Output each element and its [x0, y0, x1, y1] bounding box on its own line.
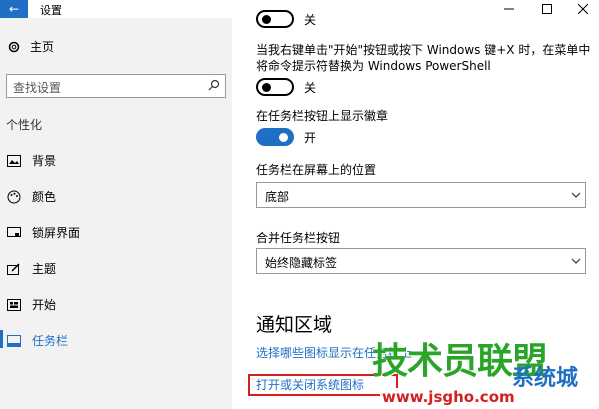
- top-toggle-state: 关: [304, 12, 317, 27]
- sidebar-item-color[interactable]: 颜色: [6, 188, 56, 205]
- taskbar-icon: [6, 333, 22, 349]
- combine-dropdown[interactable]: 始终隐藏标签: [256, 248, 586, 274]
- sidebar-item-background[interactable]: 背景: [6, 152, 56, 169]
- powershell-toggle[interactable]: [256, 78, 294, 96]
- chevron-down-icon: [571, 255, 581, 269]
- search-icon: [208, 79, 220, 94]
- sidebar-item-lockscreen[interactable]: 锁屏界面: [6, 224, 80, 241]
- badge-label: 在任务栏按钮上显示徽章: [256, 109, 389, 123]
- position-dropdown[interactable]: 底部: [256, 182, 586, 208]
- back-button[interactable]: ←: [0, 0, 28, 18]
- sidebar: 主页 查找设置 个性化 背景 颜色 锁屏界面 主题 开始 任务栏: [0, 18, 232, 409]
- picture-icon: [6, 153, 22, 169]
- close-icon: [578, 4, 588, 14]
- chevron-down-icon: [571, 189, 581, 203]
- sidebar-item-label: 任务栏: [32, 334, 69, 348]
- section-label: 个性化: [6, 118, 43, 132]
- position-value: 底部: [265, 190, 290, 204]
- maximize-button[interactable]: [532, 0, 562, 18]
- window-title: 设置: [40, 4, 62, 17]
- minimize-icon: [504, 8, 514, 10]
- sidebar-item-theme[interactable]: 主题: [6, 260, 56, 277]
- badge-toggle-state: 开: [304, 130, 317, 145]
- powershell-description: 当我右键单击"开始"按钮或按下 Windows 键+X 时，在菜单中将命令提示符…: [256, 43, 591, 73]
- powershell-toggle-state: 关: [304, 80, 317, 95]
- maximize-icon: [542, 4, 552, 14]
- top-toggle[interactable]: [256, 10, 294, 28]
- minimize-button[interactable]: [494, 0, 524, 18]
- sidebar-item-label: 主页: [30, 40, 55, 54]
- sidebar-item-label: 开始: [32, 298, 57, 312]
- sidebar-item-label: 背景: [32, 154, 57, 168]
- sidebar-item-label: 颜色: [32, 190, 57, 204]
- arrow-left-icon: ←: [8, 2, 20, 16]
- badge-toggle[interactable]: [256, 128, 294, 146]
- sidebar-item-label: 主题: [32, 262, 57, 276]
- gear-icon: [6, 39, 22, 55]
- palette-icon: [6, 189, 22, 205]
- sidebar-item-label: 锁屏界面: [32, 226, 81, 240]
- sidebar-item-taskbar[interactable]: 任务栏: [6, 332, 68, 349]
- start-icon: [6, 297, 22, 313]
- badge-toggle-row: 开: [256, 128, 316, 146]
- top-toggle-row: 关: [256, 10, 316, 28]
- search-input[interactable]: 查找设置: [6, 74, 226, 98]
- watermark-logo: 技术员联盟 系统城 www.jsgho.com: [372, 332, 599, 409]
- notification-area-heading: 通知区域: [256, 314, 333, 336]
- close-button[interactable]: [568, 0, 598, 18]
- system-icons-link[interactable]: 打开或关闭系统图标: [256, 376, 364, 393]
- lockscreen-icon: [6, 225, 22, 241]
- position-label: 任务栏在屏幕上的位置: [256, 163, 377, 177]
- powershell-toggle-row: 关: [256, 78, 316, 96]
- sidebar-item-start[interactable]: 开始: [6, 296, 56, 313]
- search-placeholder: 查找设置: [13, 81, 62, 95]
- combine-value: 始终隐藏标签: [265, 256, 338, 270]
- combine-label: 合并任务栏按钮: [256, 231, 341, 245]
- sidebar-item-home[interactable]: 主页: [6, 38, 54, 55]
- watermark-url: www.jsgho.com: [380, 388, 517, 406]
- active-indicator: [0, 330, 3, 348]
- theme-icon: [6, 261, 22, 277]
- watermark-sub-text: 系统城: [512, 366, 579, 391]
